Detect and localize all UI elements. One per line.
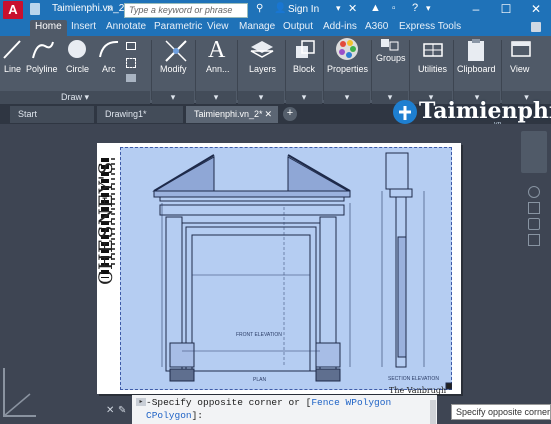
circle-button[interactable]: Circle bbox=[66, 64, 89, 74]
zoom-icon[interactable] bbox=[528, 218, 540, 230]
title-overflow-icon[interactable]: » bbox=[107, 3, 113, 14]
close-command-icon[interactable]: ✕ bbox=[106, 405, 114, 416]
plan-label: PLAN bbox=[253, 377, 267, 383]
tab-a360[interactable]: A360 bbox=[365, 21, 388, 32]
steering-wheel-icon[interactable] bbox=[528, 186, 540, 198]
search-input[interactable]: Type a keyword or phrase bbox=[124, 3, 248, 18]
tab-manage[interactable]: Manage bbox=[239, 21, 275, 32]
section-elevation-label: SECTION ELEVATION bbox=[388, 376, 439, 382]
circle-icon[interactable] bbox=[66, 38, 88, 60]
utilities-button[interactable]: Utilities bbox=[418, 64, 447, 74]
rectangle-icon[interactable] bbox=[126, 42, 136, 50]
modify-panel-chevron[interactable]: ▾ bbox=[152, 91, 194, 104]
tab-express-tools[interactable]: Express Tools bbox=[399, 21, 461, 32]
layers-panel-chevron[interactable]: ▾ bbox=[238, 91, 284, 104]
autodesk-app-icon[interactable]: ▲ bbox=[370, 2, 381, 14]
maximize-icon[interactable]: ☐ bbox=[491, 0, 521, 20]
text-icon[interactable]: A bbox=[208, 37, 225, 64]
command-prompt: -Specify opposite corner or [ bbox=[146, 397, 312, 408]
layers-icon[interactable] bbox=[249, 38, 275, 62]
command-option-fence[interactable]: Fence bbox=[311, 397, 340, 408]
command-line[interactable]: -Specify opposite corner or [Fence WPoly… bbox=[132, 395, 437, 424]
block-panel-chevron[interactable]: ▾ bbox=[286, 91, 322, 104]
annotation-panel-chevron[interactable]: ▾ bbox=[196, 91, 236, 104]
orbit-icon[interactable] bbox=[528, 234, 540, 246]
tab-home[interactable]: Home bbox=[30, 20, 67, 36]
properties-panel-chevron[interactable]: ▾ bbox=[324, 91, 370, 104]
arc-button[interactable]: Arc bbox=[102, 64, 116, 74]
tab-close-icon[interactable]: ✕ bbox=[264, 106, 272, 122]
properties-palette-icon[interactable] bbox=[335, 37, 359, 61]
exchange-icon[interactable]: ✕ bbox=[348, 2, 357, 15]
layers-button[interactable]: Layers bbox=[249, 64, 276, 74]
utilities-icon[interactable] bbox=[421, 38, 445, 62]
fireplace-drawing bbox=[152, 152, 452, 390]
command-scrollbar[interactable] bbox=[430, 400, 436, 424]
command-end: ]: bbox=[191, 410, 204, 421]
clipboard-button[interactable]: Clipboard bbox=[457, 64, 496, 74]
command-option-cpolygon[interactable]: CPolygon bbox=[146, 410, 192, 421]
line-icon[interactable] bbox=[2, 38, 22, 62]
cursor-tooltip: Specify opposite corner or bbox=[451, 404, 551, 420]
modify-icon[interactable] bbox=[163, 38, 189, 64]
sign-in-button[interactable]: Sign In bbox=[288, 4, 319, 15]
new-file-icon[interactable] bbox=[30, 3, 40, 15]
groups-icon[interactable] bbox=[379, 36, 401, 52]
help-chevron-icon[interactable]: ▾ bbox=[426, 3, 431, 14]
polyline-icon[interactable] bbox=[31, 38, 55, 62]
chevron-down-icon[interactable]: ▾ bbox=[336, 3, 341, 14]
annotation-button[interactable]: Ann... bbox=[206, 64, 230, 74]
properties-button[interactable]: Properties bbox=[327, 64, 368, 74]
tab-add-ins[interactable]: Add-ins bbox=[323, 21, 357, 32]
hatch-icon[interactable] bbox=[126, 58, 136, 68]
ucs-icon bbox=[3, 368, 36, 417]
doc-tab-active[interactable]: Taimienphi.vn_2* ✕ bbox=[186, 106, 278, 123]
region-icon[interactable] bbox=[126, 74, 136, 82]
account-icon[interactable]: ▫ bbox=[392, 3, 396, 14]
groups-button[interactable]: Groups bbox=[376, 53, 406, 63]
block-icon[interactable] bbox=[293, 38, 317, 62]
viewcube-icon[interactable] bbox=[521, 131, 547, 173]
brand-logo-icon bbox=[393, 100, 417, 124]
doc-tab-active-label: Taimienphi.vn_2* bbox=[194, 109, 263, 119]
modify-button[interactable]: Modify bbox=[160, 64, 187, 74]
doc-tab-start[interactable]: Start bbox=[10, 106, 94, 123]
minimize-icon[interactable]: – bbox=[461, 0, 491, 20]
chesneys-title: CHESNEY'S bbox=[95, 161, 117, 285]
quick-access-toolbar bbox=[30, 3, 40, 17]
view-button[interactable]: View bbox=[510, 64, 529, 74]
clipboard-icon[interactable] bbox=[465, 37, 487, 63]
binoculars-icon[interactable]: ⚲ bbox=[256, 3, 263, 14]
autocad-logo-icon[interactable]: A bbox=[3, 1, 23, 19]
wrench-icon[interactable]: ✎ bbox=[118, 405, 126, 416]
pan-icon[interactable] bbox=[528, 202, 540, 214]
polyline-button[interactable]: Polyline bbox=[26, 64, 58, 74]
user-icon[interactable]: 👤 bbox=[274, 3, 286, 14]
model-name-label: The Vanbrugh bbox=[389, 386, 447, 395]
view-icon[interactable] bbox=[510, 38, 532, 60]
arc-icon[interactable] bbox=[97, 38, 121, 60]
command-prompt-icon: ▸ bbox=[136, 398, 146, 406]
draw-panel-label[interactable]: Draw ▾ bbox=[0, 91, 150, 104]
brand-watermark: Taimienphi bbox=[419, 98, 551, 124]
tab-output[interactable]: Output bbox=[283, 21, 313, 32]
line-button[interactable]: Line bbox=[4, 64, 21, 74]
tab-view[interactable]: View bbox=[207, 21, 229, 32]
command-option-wpolygon[interactable]: WPolygon bbox=[346, 397, 392, 408]
window-title: Taimienphi.vn_2 bbox=[52, 3, 125, 14]
close-icon[interactable]: ✕ bbox=[521, 0, 551, 20]
tab-annotate[interactable]: Annotate bbox=[106, 21, 146, 32]
help-icon[interactable]: ? bbox=[412, 2, 418, 14]
ribbon-toggle-icon[interactable] bbox=[531, 22, 541, 32]
front-elevation-label: FRONT ELEVATION bbox=[236, 332, 282, 338]
tab-insert[interactable]: Insert bbox=[71, 21, 96, 32]
doc-tab-drawing1[interactable]: Drawing1* bbox=[97, 106, 183, 123]
new-tab-icon[interactable]: + bbox=[283, 107, 297, 121]
block-button[interactable]: Block bbox=[293, 64, 315, 74]
tab-parametric[interactable]: Parametric bbox=[154, 21, 202, 32]
